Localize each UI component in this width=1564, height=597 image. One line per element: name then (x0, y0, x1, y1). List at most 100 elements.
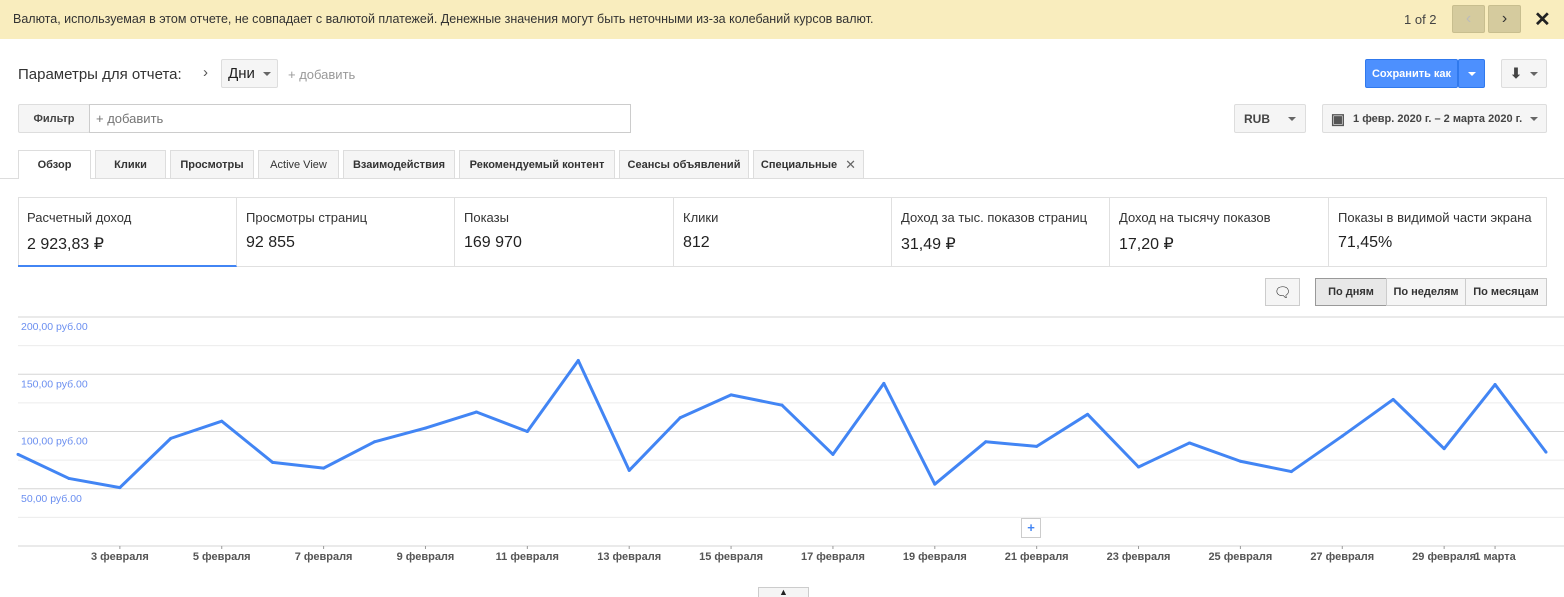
params-label: Параметры для отчета: (18, 66, 182, 83)
caret-down-icon (262, 71, 271, 76)
data-point (1289, 470, 1293, 474)
y-tick-label: 100,00 руб.00 (21, 436, 88, 448)
data-point (576, 359, 580, 363)
tab-ad-sessions[interactable]: Сеансы объявлений (619, 150, 749, 178)
filter-input[interactable] (89, 104, 631, 133)
data-point (1442, 447, 1446, 451)
chevron-right-icon: › (203, 64, 208, 81)
add-annotation-icon[interactable]: + (1021, 518, 1041, 538)
data-point (1391, 397, 1395, 401)
add-dimension-link[interactable]: + добавить (288, 67, 355, 82)
data-point (678, 416, 682, 420)
data-point (220, 419, 224, 423)
download-icon: ⬇ (1510, 65, 1522, 81)
tab-interactions[interactable]: Взаимодействия (343, 150, 455, 178)
next-button[interactable]: › (1488, 5, 1521, 33)
tab-recommended-content[interactable]: Рекомендуемый контент (459, 150, 615, 178)
prev-button[interactable]: ‹ (1452, 5, 1485, 33)
data-point (1086, 412, 1090, 416)
x-tick-label: 3 февраля (91, 551, 149, 563)
x-tick-label: 25 февраля (1208, 551, 1272, 563)
data-point (1340, 434, 1344, 438)
caret-down-icon (1530, 116, 1539, 121)
data-point (373, 440, 377, 444)
currency-warning-banner: Валюта, используемая в этом отчете, не с… (0, 0, 1564, 39)
data-point (16, 452, 20, 456)
metric-card[interactable]: Показы в видимой части экрана 71,45% (1329, 198, 1547, 267)
metric-title: Доход за тыс. показов страниц (901, 210, 1088, 225)
currency-value: RUB (1244, 111, 1270, 126)
metric-title: Просмотры страниц (246, 210, 368, 225)
data-point (1493, 383, 1497, 387)
data-point (271, 460, 275, 464)
x-tick-label: 7 февраля (295, 551, 353, 563)
dimension-dropdown[interactable]: Дни (221, 59, 278, 88)
x-tick-label: 19 февраля (903, 551, 967, 563)
metric-title: Показы (464, 210, 509, 225)
metric-card[interactable]: Доход на тысячу показов 17,20 ₽ (1110, 198, 1329, 267)
download-button[interactable]: ⬇ (1501, 59, 1547, 88)
resize-handle[interactable]: ▲ (758, 587, 809, 597)
data-point (627, 468, 631, 472)
data-point (984, 440, 988, 444)
tab-custom[interactable]: Специальные ✕ (753, 150, 864, 178)
data-point (882, 381, 886, 385)
data-point (780, 403, 784, 407)
tab-clicks[interactable]: Клики (95, 150, 166, 178)
metric-card[interactable]: Расчетный доход 2 923,83 ₽ (18, 198, 237, 267)
x-tick-label: 27 февраля (1310, 551, 1374, 563)
caret-down-icon (1529, 71, 1538, 76)
caret-down-icon (1288, 116, 1296, 121)
tab-active-view[interactable]: Active View (258, 150, 339, 178)
tab-views[interactable]: Просмотры (170, 150, 254, 178)
data-point (423, 426, 427, 430)
currency-dropdown[interactable]: RUB (1234, 104, 1306, 133)
data-point (1187, 441, 1191, 445)
data-point (322, 466, 326, 470)
metric-card[interactable]: Клики 812 (674, 198, 892, 267)
tab-custom-label: Специальные (760, 158, 838, 171)
revenue-line-chart: 200,00 руб.00 150,00 руб.00 100,00 руб.00 5… (16, 316, 1564, 563)
metric-value: 71,45% (1338, 234, 1393, 251)
metric-card[interactable]: Просмотры страниц 92 855 (237, 198, 455, 267)
data-point (118, 486, 122, 490)
metric-card[interactable]: Доход за тыс. показов страниц 31,49 ₽ (892, 198, 1110, 267)
dimension-value: Дни (228, 65, 255, 82)
metric-value: 31,49 ₽ (901, 236, 956, 253)
metric-title: Клики (683, 210, 719, 225)
save-menu-button[interactable] (1458, 59, 1485, 88)
banner-message: Валюта, используемая в этом отчете, не с… (13, 12, 874, 26)
data-point (1035, 444, 1039, 448)
data-point (1544, 450, 1548, 454)
metric-value: 92 855 (246, 234, 295, 251)
close-icon[interactable]: ✕ (845, 157, 856, 173)
data-point (729, 393, 733, 397)
x-tick-label: 11 февраля (496, 551, 559, 563)
date-range-picker[interactable]: ▣ 1 февр. 2020 г. – 2 марта 2020 г. (1322, 104, 1547, 133)
y-tick-label: 200,00 руб.00 (21, 321, 88, 333)
close-icon[interactable]: ✕ (1534, 7, 1551, 32)
y-tick-label: 50,00 руб.00 (21, 493, 82, 505)
data-point (474, 410, 478, 414)
x-tick-label: 15 февраля (699, 551, 763, 563)
x-tick-label: 23 февраля (1107, 551, 1171, 563)
save-as-button[interactable]: Сохранить как (1365, 59, 1458, 88)
date-range-value: 1 февр. 2020 г. – 2 марта 2020 г. (1353, 112, 1523, 125)
metric-card[interactable]: Показы 169 970 (455, 198, 674, 267)
caret-down-icon (1467, 71, 1476, 76)
metric-value: 169 970 (464, 234, 522, 251)
metric-title: Доход на тысячу показов (1119, 210, 1271, 225)
calendar-icon: ▣ (1330, 110, 1346, 128)
x-tick-label: 1 марта (1474, 551, 1516, 563)
metric-value: 812 (683, 234, 710, 251)
data-point (169, 436, 173, 440)
x-tick-label: 17 февраля (801, 551, 865, 563)
metric-value: 2 923,83 ₽ (27, 236, 104, 253)
metric-title: Показы в видимой части экрана (1338, 210, 1532, 225)
data-point (831, 452, 835, 456)
data-point (1238, 459, 1242, 463)
revenue-series-line (17, 359, 1548, 490)
tab-overview[interactable]: Обзор (18, 150, 91, 179)
filter-label: Фильтр (18, 104, 90, 133)
banner-pager: 1 of 2 (1404, 12, 1437, 27)
